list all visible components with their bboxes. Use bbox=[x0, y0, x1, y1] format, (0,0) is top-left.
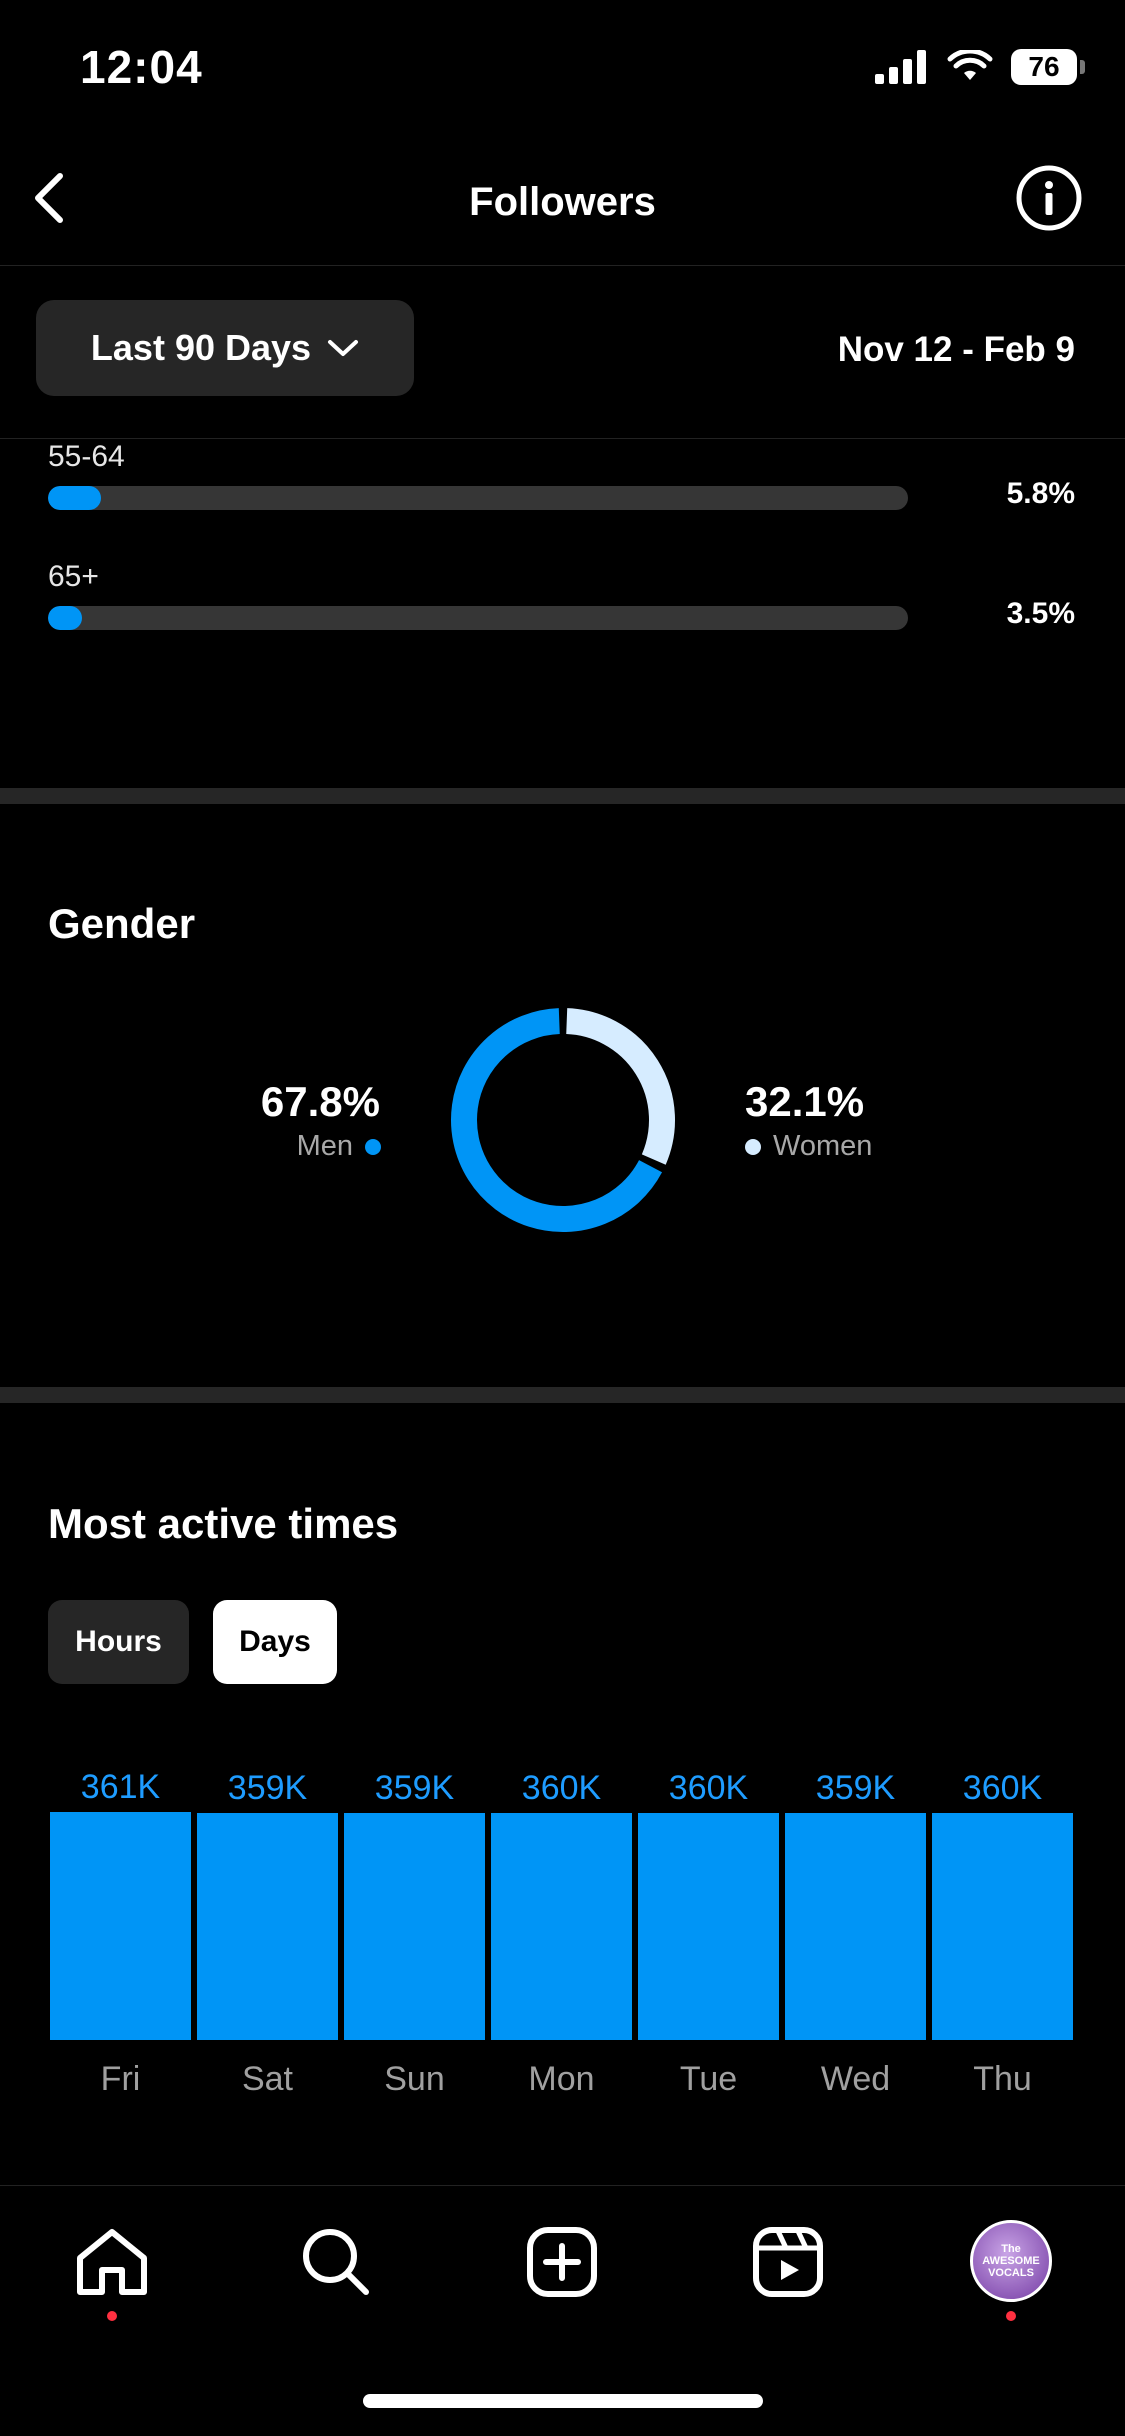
day-bar bbox=[344, 1813, 485, 2040]
section-separator bbox=[0, 788, 1125, 804]
men-dot bbox=[365, 1138, 381, 1155]
date-range-text: Nov 12 - Feb 9 bbox=[837, 330, 1075, 369]
day-bar bbox=[785, 1813, 926, 2040]
women-donut-segment bbox=[565, 1008, 675, 1165]
women-percent: 32.1% bbox=[745, 1078, 865, 1125]
age-label-55-64: 55-64 bbox=[48, 440, 125, 473]
hours-toggle[interactable]: Hours bbox=[48, 1600, 189, 1684]
day-bar bbox=[50, 1812, 191, 2040]
age-bar-55-64 bbox=[48, 486, 908, 510]
filter-divider bbox=[0, 438, 1125, 439]
men-legend: Men bbox=[297, 1130, 381, 1163]
gender-heading: Gender bbox=[48, 900, 196, 947]
day-column-fri: 361K Fri bbox=[50, 1768, 191, 2110]
home-icon[interactable] bbox=[72, 2222, 152, 2302]
age-bar-fill bbox=[48, 486, 102, 510]
age-bar-65-plus bbox=[48, 606, 908, 630]
men-label: Men bbox=[296, 1130, 353, 1162]
day-axis-label: Sun bbox=[384, 2060, 445, 2098]
age-label-65-plus: 65+ bbox=[48, 560, 99, 593]
most-active-times-heading: Most active times bbox=[48, 1500, 399, 1547]
home-notification-dot bbox=[107, 2311, 117, 2321]
reels-icon[interactable] bbox=[748, 2222, 828, 2302]
gender-donut-chart bbox=[451, 1008, 675, 1232]
age-bar-fill bbox=[48, 606, 83, 630]
day-value-label: 359K bbox=[815, 1769, 896, 1808]
age-percent-65-plus: 3.5% bbox=[1006, 597, 1075, 630]
day-axis-label: Wed bbox=[820, 2060, 891, 2098]
date-range-dropdown[interactable]: Last 90 Days bbox=[36, 300, 414, 396]
day-axis-label: Tue bbox=[679, 2060, 738, 2098]
day-bar bbox=[197, 1813, 338, 2040]
women-legend: Women bbox=[745, 1130, 872, 1163]
day-axis-label: Sat bbox=[241, 2060, 294, 2098]
day-value-label: 361K bbox=[80, 1768, 161, 1806]
day-column-mon: 360K Mon bbox=[491, 1768, 632, 2110]
wifi-icon bbox=[947, 50, 993, 80]
age-percent-55-64: 5.8% bbox=[1006, 477, 1075, 510]
signal-icon bbox=[875, 50, 926, 84]
profile-avatar[interactable]: The AWESOME VOCALS bbox=[970, 2220, 1052, 2302]
home-indicator bbox=[363, 2394, 763, 2408]
women-dot bbox=[745, 1138, 761, 1155]
day-column-sat: 359K Sat bbox=[197, 1769, 338, 2110]
header-divider bbox=[0, 265, 1125, 266]
day-column-thu: 360K Thu bbox=[932, 1768, 1073, 2110]
status-time: 12:04 bbox=[80, 41, 203, 93]
avatar-text: The AWESOME VOCALS bbox=[982, 2243, 1040, 2279]
active-days-bar-chart: 361K Fri 359K Sat 359K Sun 360K Mon 360K Tue 359K W… bbox=[50, 1768, 1075, 2110]
day-value-label: 360K bbox=[668, 1768, 749, 1807]
day-axis-label: Thu bbox=[973, 2060, 1032, 2098]
search-icon[interactable] bbox=[296, 2222, 376, 2302]
battery-indicator: 76 bbox=[1011, 49, 1085, 85]
day-bar bbox=[932, 1812, 1073, 2040]
profile-notification-dot bbox=[1006, 2311, 1016, 2321]
day-value-label: 359K bbox=[227, 1769, 308, 1808]
day-column-sun: 359K Sun bbox=[344, 1769, 485, 2110]
day-bar bbox=[638, 1812, 779, 2040]
days-toggle[interactable]: Days bbox=[213, 1600, 337, 1684]
day-column-tue: 360K Tue bbox=[638, 1768, 779, 2110]
day-column-wed: 359K Wed bbox=[785, 1769, 926, 2110]
info-icon[interactable] bbox=[1015, 164, 1083, 232]
page-title: Followers bbox=[469, 180, 656, 224]
tab-bar-divider bbox=[0, 2185, 1125, 2186]
day-value-label: 360K bbox=[521, 1768, 602, 1807]
chevron-down-icon bbox=[328, 340, 359, 356]
create-icon[interactable] bbox=[522, 2222, 602, 2302]
day-bar bbox=[491, 1812, 632, 2040]
men-percent: 67.8% bbox=[260, 1078, 380, 1125]
section-separator bbox=[0, 1387, 1125, 1403]
women-label: Women bbox=[773, 1130, 873, 1162]
status-icons: 76 bbox=[875, 46, 1085, 88]
day-axis-label: Fri bbox=[100, 2060, 141, 2098]
day-value-label: 360K bbox=[962, 1768, 1043, 1807]
date-range-dropdown-label: Last 90 Days bbox=[90, 327, 312, 368]
day-value-label: 359K bbox=[374, 1769, 455, 1808]
day-axis-label: Mon bbox=[528, 2060, 595, 2098]
